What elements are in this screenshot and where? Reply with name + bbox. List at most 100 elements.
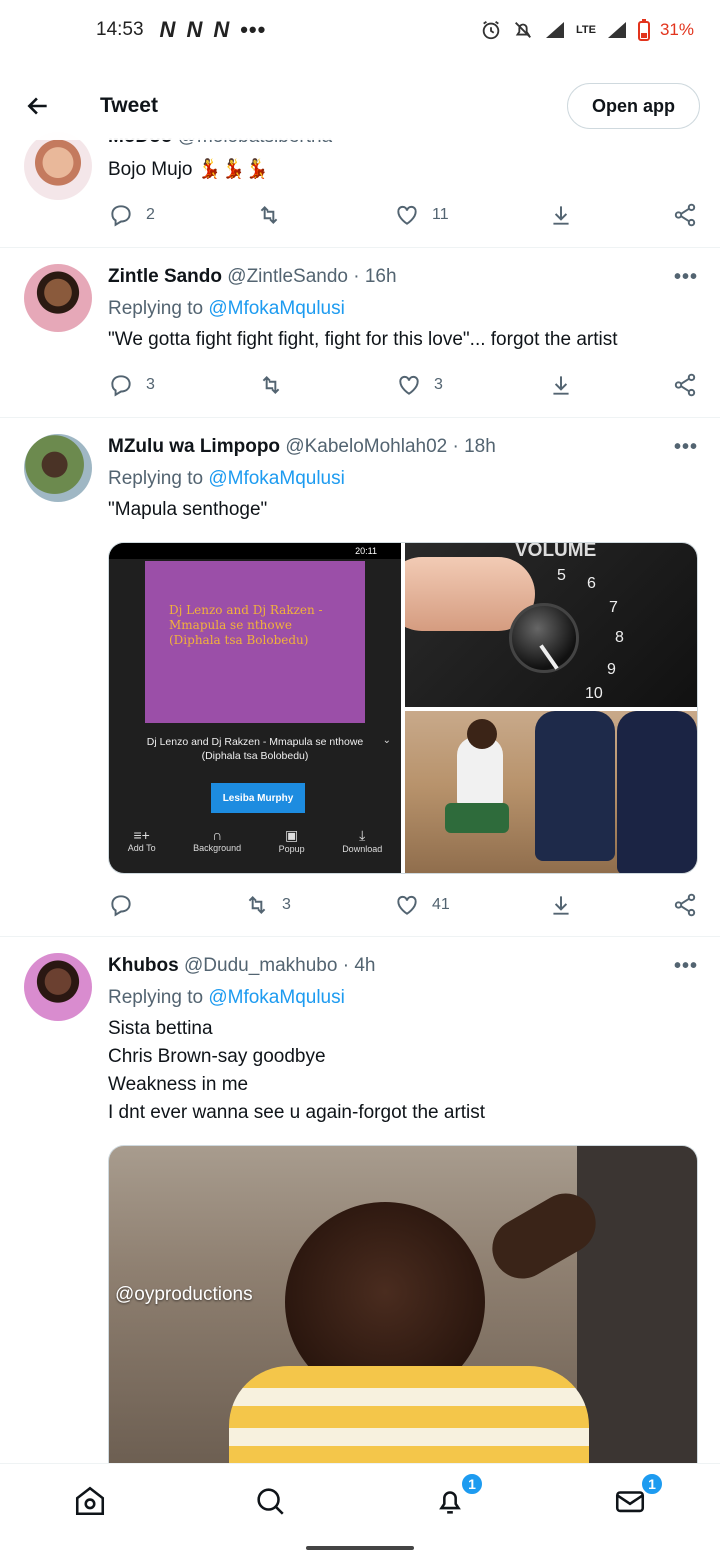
like-button[interactable]: 41 xyxy=(394,892,450,918)
retweet-button[interactable] xyxy=(258,372,284,398)
like-button[interactable]: 11 xyxy=(394,202,449,228)
download-icon xyxy=(553,376,569,395)
media-running-kid-photo[interactable] xyxy=(405,711,697,873)
share-button[interactable] xyxy=(672,372,698,398)
phone-time: 20:11 xyxy=(355,546,377,556)
download-arrow-icon: ⤓ xyxy=(359,827,366,843)
author-name[interactable]: Zintle Sando xyxy=(108,266,222,287)
tweet[interactable]: Khubos @Dudu_makhubo · 4h ••• Replying t… xyxy=(0,937,720,1463)
player-controls: ≡+ Add To ∩ Background ▣ Popup ⤓ Download xyxy=(109,827,401,867)
media-grid[interactable]: 20:11 Dj Lenzo and Dj Rakzen - Mmapula s… xyxy=(108,542,698,874)
tweet[interactable]: Zintle Sando @ZintleSando · 16h ••• Repl… xyxy=(0,248,720,418)
nav-home[interactable] xyxy=(0,1484,180,1518)
share-button[interactable] xyxy=(672,202,698,228)
tweet-text: Bojo Mujo 💃💃💃 xyxy=(108,156,269,184)
heart-icon xyxy=(399,375,419,395)
share-icon xyxy=(674,893,696,917)
status-bar: 14:53 N N N ••• LTE 31% xyxy=(0,0,720,60)
author-name[interactable]: Khubos xyxy=(108,955,179,976)
messages-badge: 1 xyxy=(640,1471,664,1496)
reply-icon xyxy=(111,895,131,917)
volume-number: 7 xyxy=(609,599,618,616)
retweet-button[interactable]: 3 xyxy=(244,892,291,918)
download-button[interactable] xyxy=(548,202,574,228)
volume-number: 8 xyxy=(615,629,624,646)
share-button[interactable] xyxy=(672,892,698,918)
bottom-nav: 1 1 xyxy=(0,1463,720,1537)
tweet[interactable]: MZulu wa Limpopo @KabeloMohlah02 · 18h •… xyxy=(0,418,720,937)
download-icon xyxy=(553,896,569,915)
tweet-text: "We gotta fight fight fight, fight for t… xyxy=(108,329,618,350)
like-count: 3 xyxy=(434,376,443,393)
media-volume-knob[interactable]: VOLUME 5 6 7 8 9 10 xyxy=(405,543,697,707)
reply-icon xyxy=(111,375,131,397)
avatar[interactable] xyxy=(24,953,92,1021)
tweet-line: Weakness in me xyxy=(108,1074,249,1095)
replying-label: Replying to xyxy=(108,298,204,319)
heart-icon xyxy=(397,205,417,225)
wall-background xyxy=(577,1146,697,1463)
avatar[interactable] xyxy=(24,132,92,200)
network-n-icon: N xyxy=(186,17,202,42)
volume-number: 5 xyxy=(557,567,566,584)
mention-link[interactable]: @MfokaMqulusi xyxy=(208,298,345,319)
like-count: 41 xyxy=(432,896,450,913)
reply-count: 3 xyxy=(146,376,155,393)
avatar[interactable] xyxy=(24,434,92,502)
download-button[interactable] xyxy=(548,892,574,918)
more-options-icon[interactable]: ••• xyxy=(674,955,698,978)
control-label: Popup xyxy=(278,844,305,854)
arrow-left-icon xyxy=(27,97,47,115)
avatar[interactable] xyxy=(24,264,92,332)
signal-icon xyxy=(607,22,626,38)
status-time: 14:53 xyxy=(96,19,144,40)
mute-icon xyxy=(515,22,531,38)
watermark: @oyproductions xyxy=(115,1284,253,1305)
author-handle[interactable]: @ZintleSando · 16h xyxy=(227,266,396,287)
tweet[interactable]: MoDoo @molobatsibertha Bojo Mujo 💃💃💃 2 1… xyxy=(0,126,720,248)
popup-control: ▣ Popup xyxy=(279,827,305,867)
volume-number: 10 xyxy=(585,685,603,702)
page-title: Tweet xyxy=(100,94,158,117)
mention-link[interactable]: @MfokaMqulusi xyxy=(208,987,345,1008)
volume-number: 9 xyxy=(607,661,616,678)
replying-to: Replying to @MfokaMqulusi xyxy=(108,987,345,1009)
media-kid-pointing-photo[interactable]: @oyproductions xyxy=(108,1145,698,1463)
author-name[interactable]: MZulu wa Limpopo xyxy=(108,436,280,457)
song-artwork: Dj Lenzo and Dj Rakzen - Mmapula se ntho… xyxy=(145,561,365,723)
reply-button[interactable]: 2 xyxy=(108,202,155,228)
tweet-actions: 3 3 xyxy=(108,372,700,402)
author-handle[interactable]: @KabeloMohlah02 · 18h xyxy=(285,436,495,457)
back-button[interactable] xyxy=(20,88,56,124)
replying-to: Replying to @MfokaMqulusi xyxy=(108,298,345,320)
artwork-line: (Diphala tsa Bolobedu) xyxy=(169,633,309,647)
popup-icon: ▣ xyxy=(285,827,299,843)
battery-percent: 31% xyxy=(659,20,694,39)
mention-link[interactable]: @MfokaMqulusi xyxy=(208,468,345,489)
home-indicator xyxy=(306,1546,414,1550)
nav-search[interactable] xyxy=(180,1484,360,1518)
artwork-line: Dj Lenzo and Dj Rakzen - xyxy=(169,603,323,617)
media-player-screenshot[interactable]: 20:11 Dj Lenzo and Dj Rakzen - Mmapula s… xyxy=(109,543,401,873)
volume-label: VOLUME xyxy=(515,543,597,561)
playlist-add-icon: ≡+ xyxy=(133,827,150,843)
download-button[interactable] xyxy=(548,372,574,398)
kid-shorts xyxy=(445,803,509,833)
like-button[interactable]: 3 xyxy=(396,372,443,398)
retweet-button[interactable] xyxy=(256,202,282,228)
more-options-icon[interactable]: ••• xyxy=(674,266,698,289)
open-app-button[interactable]: Open app xyxy=(566,83,700,129)
author-handle[interactable]: @Dudu_makhubo · 4h xyxy=(184,955,375,976)
more-options-icon[interactable]: ••• xyxy=(674,436,698,459)
officer-figure xyxy=(617,711,697,873)
heart-icon xyxy=(397,895,417,915)
reply-count: 2 xyxy=(146,206,155,223)
nav-notifications[interactable]: 1 xyxy=(360,1471,540,1518)
share-icon xyxy=(674,373,696,397)
download-control: ⤓ Download xyxy=(342,827,382,867)
reply-button[interactable]: 3 xyxy=(108,372,155,398)
reply-button[interactable] xyxy=(108,892,134,918)
control-label: Download xyxy=(342,844,383,854)
tweet-line: I dnt ever wanna see u again-forgot the … xyxy=(108,1102,486,1123)
nav-messages[interactable]: 1 xyxy=(540,1471,720,1518)
